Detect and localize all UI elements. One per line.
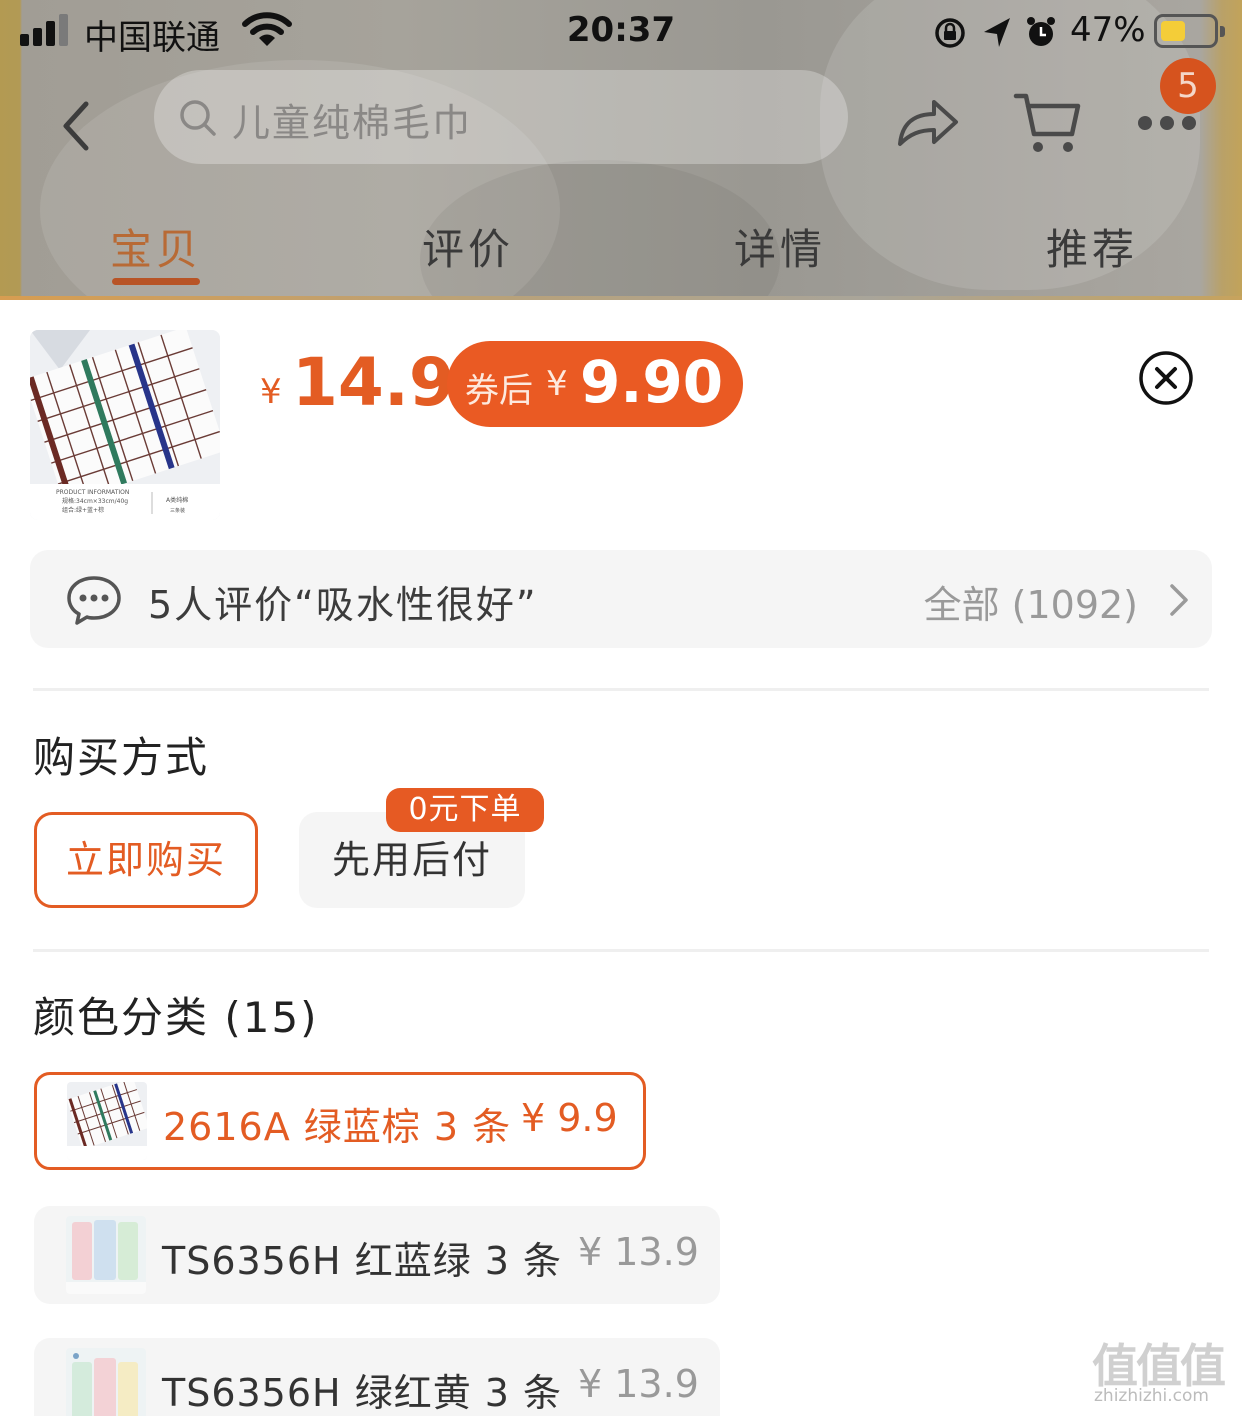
coupon-currency-symbol: ¥ — [546, 364, 568, 404]
thumb-caption: 组合:绿+蓝+棕 — [62, 506, 104, 514]
battery-level — [1161, 21, 1185, 41]
variant-name: TS6356H 红蓝绿 3 条 — [162, 1239, 563, 1283]
cart-count-badge: 5 — [1160, 58, 1216, 114]
product-price: 14.9 — [292, 344, 455, 421]
product-thumbnail[interactable]: PRODUCT INFORMATION 规格:34cm×33cm/40g 组合:… — [30, 330, 220, 520]
battery-percent: 47% — [1070, 10, 1146, 50]
tab-details[interactable]: 详情 — [700, 216, 860, 277]
share-button[interactable] — [894, 92, 960, 152]
all-reviews-link[interactable]: 全部 (1092) — [924, 574, 1138, 629]
tab-item[interactable]: 宝贝 — [76, 216, 236, 277]
variant-thumbnail — [67, 1082, 147, 1160]
thumb-caption: PRODUCT INFORMATION — [56, 489, 129, 496]
active-tab-indicator — [112, 278, 200, 285]
variant-option-selected[interactable]: 2616A 绿蓝棕 3 条 ¥ 9.9 — [34, 1072, 646, 1170]
tab-recommend[interactable]: 推荐 — [1012, 216, 1172, 277]
site-watermark: 值值值 zhizhizhi.com — [1092, 1330, 1238, 1414]
variant-thumbnail — [66, 1216, 146, 1294]
variant-price: ¥ 9.9 — [521, 1096, 618, 1140]
variant-price: ¥ 13.9 — [578, 1230, 699, 1274]
system-status-icons — [935, 17, 1055, 48]
search-placeholder: 儿童纯棉毛巾 — [232, 101, 473, 145]
back-button[interactable] — [54, 96, 98, 156]
variant-price: ¥ 13.9 — [578, 1362, 699, 1406]
thumb-caption: A类纯棉 — [166, 496, 188, 504]
variant-option[interactable]: TS6356H 红蓝绿 3 条 ¥ 13.9 — [34, 1206, 720, 1304]
alarm-icon — [1027, 17, 1055, 46]
review-summary-bar[interactable]: 5人评价“吸水性很好” 全部 (1092) — [30, 550, 1212, 648]
review-summary-text: 5人评价“吸水性很好” — [148, 583, 538, 627]
variant-thumbnail — [66, 1348, 146, 1416]
variant-name: TS6356H 绿红黄 3 条 — [162, 1371, 563, 1415]
chat-bubble-icon — [67, 576, 121, 625]
search-bar[interactable]: 儿童纯棉毛巾 — [154, 70, 848, 164]
divider — [33, 688, 1209, 691]
purchase-method-title: 购买方式 — [33, 733, 210, 782]
color-category-title: 颜色分类 (15) — [33, 993, 319, 1042]
chevron-right-icon — [1170, 584, 1188, 616]
thumb-caption: 三条装 — [170, 507, 185, 514]
location-arrow-icon — [984, 18, 1010, 47]
coupon-price: 9.90 — [580, 348, 724, 416]
cart-button[interactable] — [1012, 90, 1082, 156]
status-bar: 中国联通 20:37 47% — [0, 0, 1242, 64]
sku-selector-sheet: PRODUCT INFORMATION 规格:34cm×33cm/40g 组合:… — [0, 300, 1242, 1416]
tab-bar: 宝贝 评价 详情 推荐 — [0, 216, 1242, 286]
buy-now-option[interactable]: 立即购买 — [34, 812, 258, 908]
watermark-url: zhizhizhi.com — [1094, 1386, 1209, 1406]
coupon-label: 券后 — [465, 371, 533, 411]
zero-down-badge: 0元下单 — [386, 788, 544, 832]
towel-image: PRODUCT INFORMATION 规格:34cm×33cm/40g 组合:… — [30, 330, 220, 520]
close-button[interactable] — [1138, 350, 1194, 406]
currency-symbol: ¥ — [260, 372, 282, 412]
tab-reviews[interactable]: 评价 — [388, 216, 548, 277]
variant-option[interactable]: TS6356H 绿红黄 3 条 ¥ 13.9 — [34, 1338, 720, 1416]
thumb-caption: 规格:34cm×33cm/40g — [62, 497, 128, 505]
rotation-lock-icon — [935, 18, 965, 48]
dimmed-product-header: 中国联通 20:37 47% 儿童纯棉毛巾 5 宝贝 评价 详情 推荐 — [0, 0, 1242, 300]
battery-icon — [1154, 14, 1225, 48]
variant-name: 2616A 绿蓝棕 3 条 — [163, 1105, 512, 1149]
divider — [33, 949, 1209, 952]
search-icon — [180, 100, 216, 136]
